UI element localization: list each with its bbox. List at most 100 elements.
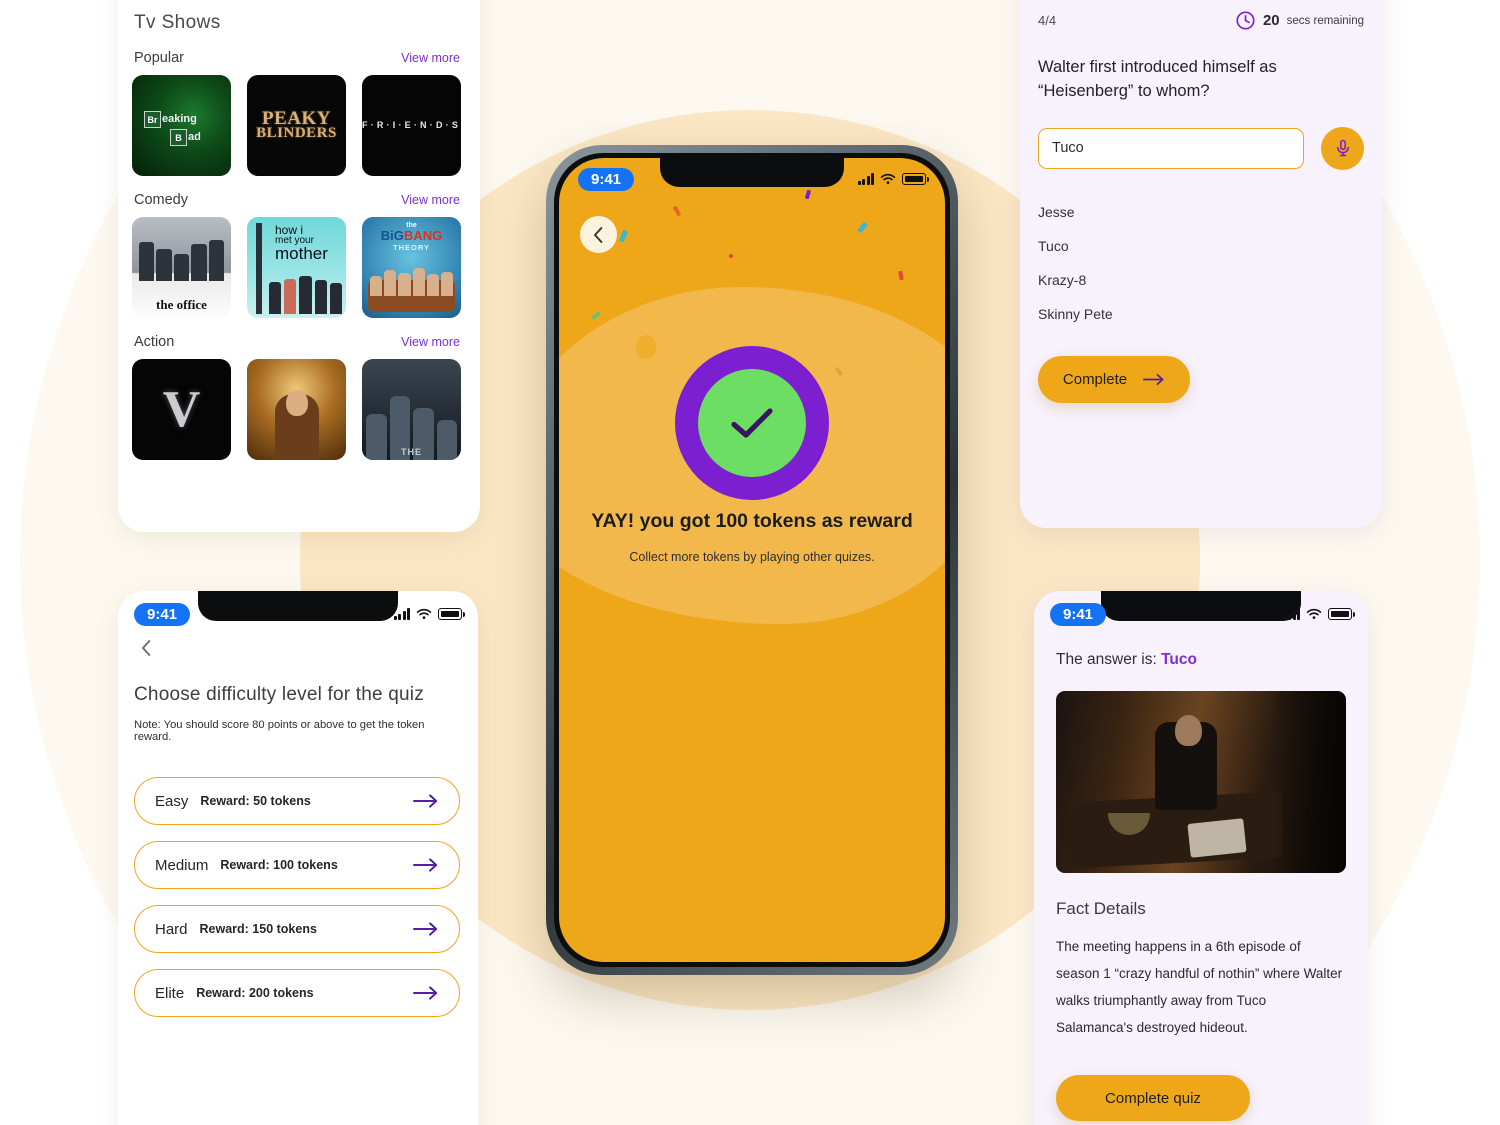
view-more-link-comedy[interactable]: View more (401, 193, 460, 207)
answer-option[interactable]: Krazy-8 (1038, 263, 1364, 297)
difficulty-option-hard[interactable]: Hard Reward: 150 tokens (134, 905, 460, 953)
poster-art (256, 223, 262, 314)
view-more-link-action[interactable]: View more (401, 335, 460, 349)
poster-line-1: the office (156, 297, 207, 312)
difficulty-reward: Reward: 200 tokens (196, 986, 314, 1000)
difficulty-title: Choose difficulty level for the quiz (134, 684, 424, 705)
difficulty-option-elite[interactable]: Elite Reward: 200 tokens (134, 969, 460, 1017)
poster-line-3: mother (275, 243, 328, 263)
reward-badge (675, 346, 829, 500)
status-bar: 9:41 (1034, 591, 1368, 637)
arrow-right-icon (413, 922, 438, 936)
category-name: Action (134, 334, 175, 350)
fact-body-text: The meeting happens in a 6th episode of … (1056, 939, 1343, 1035)
check-icon (731, 408, 773, 438)
clock-icon (1236, 11, 1255, 30)
microphone-icon (1336, 140, 1349, 157)
quiz-header: 4/4 20 secs remaining (1038, 10, 1364, 31)
arrow-right-icon (413, 986, 438, 1000)
back-button[interactable] (580, 216, 617, 253)
status-icons (1284, 608, 1356, 620)
category-header-popular: Popular View more (118, 34, 480, 66)
poster-the-witcher[interactable]: THE (362, 359, 461, 460)
fact-image-papers (1187, 817, 1248, 858)
poster-big-bang-theory[interactable]: the BiGBANG THEORY (362, 217, 461, 318)
wifi-icon (416, 608, 432, 619)
fact-image (1056, 691, 1346, 873)
fact-details-screen: 9:41 The answer is: Tuco Fact Details Th… (1034, 591, 1368, 1125)
poster-line-1: THE (401, 447, 422, 457)
chevron-left-icon (594, 226, 603, 243)
answer-option[interactable]: Skinny Pete (1038, 297, 1364, 331)
difficulty-name: Elite (155, 984, 185, 1002)
difficulty-name: Easy (155, 792, 189, 810)
poster-line-2: BLINDERS (256, 125, 337, 142)
difficulty-option-easy[interactable]: Easy Reward: 50 tokens (134, 777, 460, 825)
category-header-action: Action View more (118, 318, 480, 350)
cellular-signal-icon (394, 608, 410, 620)
question-text: Walter first introduced himself as “Heis… (1038, 58, 1277, 101)
arrow-right-icon (413, 794, 438, 808)
status-time: 9:41 (1050, 602, 1107, 626)
fact-image-shadow (1270, 691, 1346, 873)
battery-icon (902, 173, 930, 185)
difficulty-name: Medium (155, 856, 209, 874)
poster-line-2: BiG (380, 228, 404, 243)
complete-button-label: Complete (1062, 370, 1128, 388)
status-icons (858, 173, 930, 185)
reward-subtext: Collect more tokens by playing other qui… (629, 550, 875, 564)
cellular-signal-icon (858, 173, 874, 185)
answer-row (1038, 126, 1364, 170)
timer-label: secs remaining (1286, 14, 1364, 27)
answer-options-list: Jesse Tuco Krazy-8 Skinny Pete (1038, 195, 1364, 331)
answer-value: Tuco (1161, 651, 1197, 668)
difficulty-name: Hard (155, 920, 188, 938)
poster-line-1: V (162, 380, 201, 438)
poster-loki[interactable] (247, 359, 346, 460)
difficulty-option-medium[interactable]: Medium Reward: 100 tokens (134, 841, 460, 889)
answer-option[interactable]: Jesse (1038, 195, 1364, 229)
quiz-timer: 20 secs remaining (1235, 10, 1364, 31)
fact-image-head (1174, 714, 1202, 746)
voice-input-button[interactable] (1321, 126, 1364, 170)
poster-row-popular: Br eaking B ad PEAKY BLINDERS F·R·I·E·N·D… (118, 66, 480, 176)
poster-line-1: F·R·I·E·N·D·S (362, 119, 461, 130)
arrow-right-icon (413, 858, 438, 872)
poster-art-people (269, 270, 343, 314)
poster-the-office[interactable]: the office (132, 217, 231, 318)
answer-option[interactable]: Tuco (1038, 229, 1364, 263)
difficulty-reward: Reward: 100 tokens (220, 858, 338, 872)
battery-icon (1328, 608, 1356, 620)
complete-quiz-button[interactable]: Complete quiz (1056, 1075, 1250, 1121)
complete-button[interactable]: Complete (1038, 355, 1190, 403)
poster-art-crew (370, 262, 454, 296)
view-more-link-popular[interactable]: View more (401, 51, 460, 65)
poster-line-2b: BANG (403, 228, 443, 243)
poster-breaking-bad[interactable]: Br eaking B ad (132, 75, 231, 176)
tv-shows-screen: Tv Shows Popular View more Br eaking B a… (118, 0, 480, 532)
category-name: Comedy (134, 192, 188, 208)
poster-art-head (285, 390, 308, 416)
poster-friends[interactable]: F·R·I·E·N·D·S (362, 75, 461, 176)
wifi-icon (880, 173, 896, 184)
difficulty-reward: Reward: 50 tokens (200, 794, 311, 808)
poster-art (139, 225, 225, 281)
status-icons (394, 608, 466, 620)
answer-input[interactable] (1038, 127, 1304, 169)
poster-peaky-blinders[interactable]: PEAKY BLINDERS (247, 75, 346, 176)
reward-screen: 9:41 YAY! you got 100 tokens as reward C… (559, 158, 945, 962)
poster-vikings[interactable]: V (132, 359, 231, 460)
reward-badge-core (698, 369, 806, 477)
quiz-question-screen: 4/4 20 secs remaining Walter first intro… (1020, 0, 1382, 528)
reward-headline: YAY! you got 100 tokens as reward (591, 510, 913, 532)
fact-heading: Fact Details (1056, 899, 1146, 918)
question-progress: 4/4 (1038, 13, 1057, 28)
chevron-left-icon (142, 640, 151, 656)
poster-line-3: THEORY (393, 243, 430, 252)
difficulty-reward: Reward: 150 tokens (199, 922, 317, 936)
arrow-right-icon (1143, 373, 1164, 385)
tv-shows-title: Tv Shows (134, 12, 221, 33)
poster-how-i-met-your-mother[interactable]: how i met your mother (247, 217, 346, 318)
difficulty-list: Easy Reward: 50 tokens Medium Reward: 10… (118, 743, 478, 1017)
timer-value: 20 (1262, 12, 1280, 29)
